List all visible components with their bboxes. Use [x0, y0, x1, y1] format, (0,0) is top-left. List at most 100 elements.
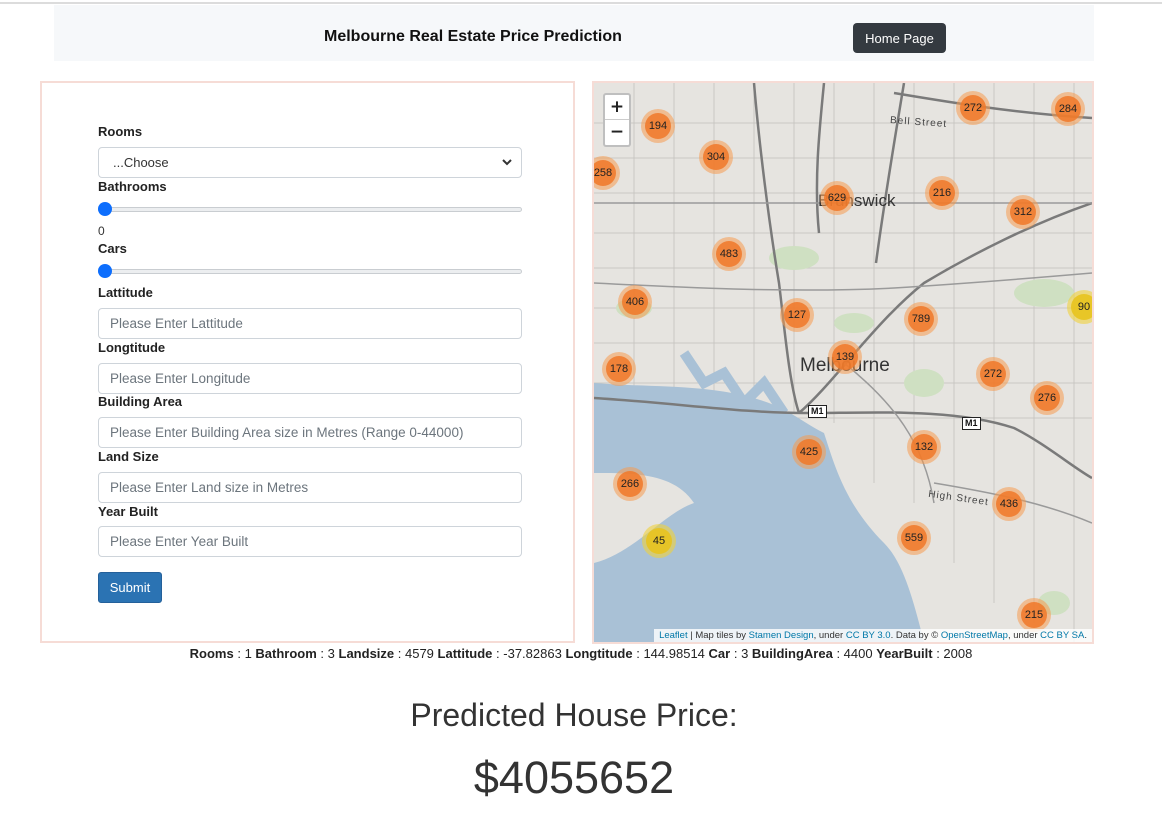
- marker-cluster[interactable]: 406: [618, 285, 652, 319]
- summary-label: Longtitude: [565, 646, 633, 661]
- osm-link[interactable]: OpenStreetMap: [941, 630, 1008, 641]
- marker-cluster-count: 406: [622, 289, 648, 315]
- page-title: Melbourne Real Estate Price Prediction: [324, 28, 622, 45]
- marker-cluster[interactable]: 272: [976, 357, 1010, 391]
- marker-cluster[interactable]: 194: [641, 109, 675, 143]
- marker-cluster[interactable]: 559: [897, 521, 931, 555]
- attribution-text: | Map tiles by: [687, 630, 749, 641]
- cc-by-sa-link[interactable]: CC BY SA: [1040, 630, 1084, 641]
- prediction-form: Rooms ...Choose Bathrooms 0 Cars Lattitu…: [40, 81, 575, 643]
- marker-cluster-count: 258: [594, 160, 616, 186]
- summary-label: Car: [708, 646, 731, 661]
- bathrooms-label: Bathrooms: [98, 179, 167, 194]
- map-view[interactable]: + − Brunswick Melbourne Bell Street High…: [592, 81, 1094, 644]
- marker-cluster-count: 127: [784, 302, 810, 328]
- marker-cluster[interactable]: 178: [602, 352, 636, 386]
- marker-cluster-count: 789: [908, 306, 934, 332]
- submit-button[interactable]: Submit: [98, 572, 162, 603]
- predicted-price-value: $4055652: [473, 752, 675, 803]
- marker-cluster-count: 312: [1010, 199, 1036, 225]
- slider-track: [98, 207, 522, 212]
- year-built-label: Year Built: [98, 504, 158, 519]
- marker-cluster-count: 272: [960, 95, 986, 121]
- summary-value: 4579: [404, 646, 434, 661]
- building-area-input[interactable]: Please Enter Building Area size in Metre…: [98, 417, 522, 448]
- cc-by-link[interactable]: CC BY 3.0: [846, 630, 891, 641]
- marker-cluster[interactable]: 629: [820, 181, 854, 215]
- leaflet-link[interactable]: Leaflet: [659, 630, 688, 641]
- longitude-input[interactable]: Please Enter Longitude: [98, 363, 522, 394]
- chevron-down-icon: [501, 148, 513, 188]
- marker-cluster[interactable]: 436: [992, 487, 1026, 521]
- summary-label: YearBuilt: [876, 646, 933, 661]
- marker-cluster-count: 178: [606, 356, 632, 382]
- input-summary: Rooms : 1 Bathroom : 3 Landsize : 4579 L…: [189, 646, 973, 661]
- summary-label: Lattitude: [437, 646, 493, 661]
- marker-cluster[interactable]: 216: [925, 176, 959, 210]
- latitude-input[interactable]: Please Enter Lattitude: [98, 308, 522, 339]
- marker-cluster[interactable]: 276: [1030, 381, 1064, 415]
- marker-cluster-count: 132: [911, 434, 937, 460]
- attribution-text: , under: [1007, 630, 1041, 641]
- attribution-text: .: [1084, 630, 1087, 641]
- bathrooms-value: 0: [98, 224, 105, 238]
- summary-label: Bathroom: [255, 646, 317, 661]
- rooms-label: Rooms: [98, 124, 143, 139]
- marker-cluster-count: 266: [617, 471, 643, 497]
- marker-cluster-count: 436: [996, 491, 1022, 517]
- marker-cluster[interactable]: 45: [642, 524, 676, 558]
- cars-label: Cars: [98, 241, 127, 256]
- marker-cluster[interactable]: 132: [907, 430, 941, 464]
- marker-cluster-count: 425: [796, 439, 822, 465]
- marker-cluster[interactable]: 127: [780, 298, 814, 332]
- slider-thumb[interactable]: [98, 264, 112, 278]
- marker-cluster[interactable]: 425: [792, 435, 826, 469]
- marker-cluster[interactable]: 90: [1067, 290, 1092, 324]
- summary-value: 2008: [943, 646, 973, 661]
- bathrooms-slider[interactable]: [98, 202, 522, 216]
- rooms-select-value: ...Choose: [113, 155, 169, 170]
- page-header: Melbourne Real Estate Price Prediction H…: [54, 5, 1094, 61]
- summary-value: 1: [244, 646, 252, 661]
- marker-cluster-count: 304: [703, 144, 729, 170]
- map-attribution: Leaflet | Map tiles by Stamen Design, un…: [654, 629, 1092, 642]
- marker-cluster-count: 284: [1055, 96, 1081, 122]
- marker-cluster[interactable]: 284: [1051, 92, 1085, 126]
- marker-cluster[interactable]: 312: [1006, 195, 1040, 229]
- road-shield-m1: M1: [962, 417, 981, 430]
- marker-cluster[interactable]: 139: [828, 340, 862, 374]
- marker-cluster-count: 194: [645, 113, 671, 139]
- rooms-select[interactable]: ...Choose: [98, 147, 522, 178]
- summary-value: 4400: [843, 646, 873, 661]
- cars-slider[interactable]: [98, 264, 522, 278]
- zoom-control: + −: [603, 93, 631, 147]
- longitude-label: Longtitude: [98, 340, 166, 355]
- stamen-link[interactable]: Stamen Design: [749, 630, 814, 641]
- marker-cluster[interactable]: 304: [699, 140, 733, 174]
- marker-cluster-count: 45: [646, 528, 672, 554]
- predicted-price-heading: Predicted House Price:: [410, 697, 738, 733]
- latitude-label: Lattitude: [98, 285, 153, 300]
- marker-cluster[interactable]: 272: [956, 91, 990, 125]
- marker-cluster[interactable]: 483: [712, 237, 746, 271]
- marker-cluster-count: 559: [901, 525, 927, 551]
- year-built-input[interactable]: Please Enter Year Built: [98, 526, 522, 557]
- marker-cluster-count: 276: [1034, 385, 1060, 411]
- marker-cluster[interactable]: 215: [1017, 598, 1051, 632]
- home-page-button[interactable]: Home Page: [853, 23, 946, 53]
- marker-cluster[interactable]: 266: [613, 467, 647, 501]
- land-size-input[interactable]: Please Enter Land size in Metres: [98, 472, 522, 503]
- summary-value: -37.82863: [503, 646, 562, 661]
- top-divider: [0, 2, 1162, 4]
- marker-cluster[interactable]: 789: [904, 302, 938, 336]
- slider-thumb[interactable]: [98, 202, 112, 216]
- marker-cluster-count: 272: [980, 361, 1006, 387]
- summary-label: Rooms: [189, 646, 234, 661]
- attribution-text: , under: [813, 630, 846, 641]
- slider-track: [98, 269, 522, 274]
- marker-cluster-count: 139: [832, 344, 858, 370]
- road-shield-m1: M1: [808, 405, 827, 418]
- marker-cluster-count: 483: [716, 241, 742, 267]
- zoom-in-button[interactable]: +: [605, 95, 629, 120]
- zoom-out-button[interactable]: −: [605, 120, 629, 145]
